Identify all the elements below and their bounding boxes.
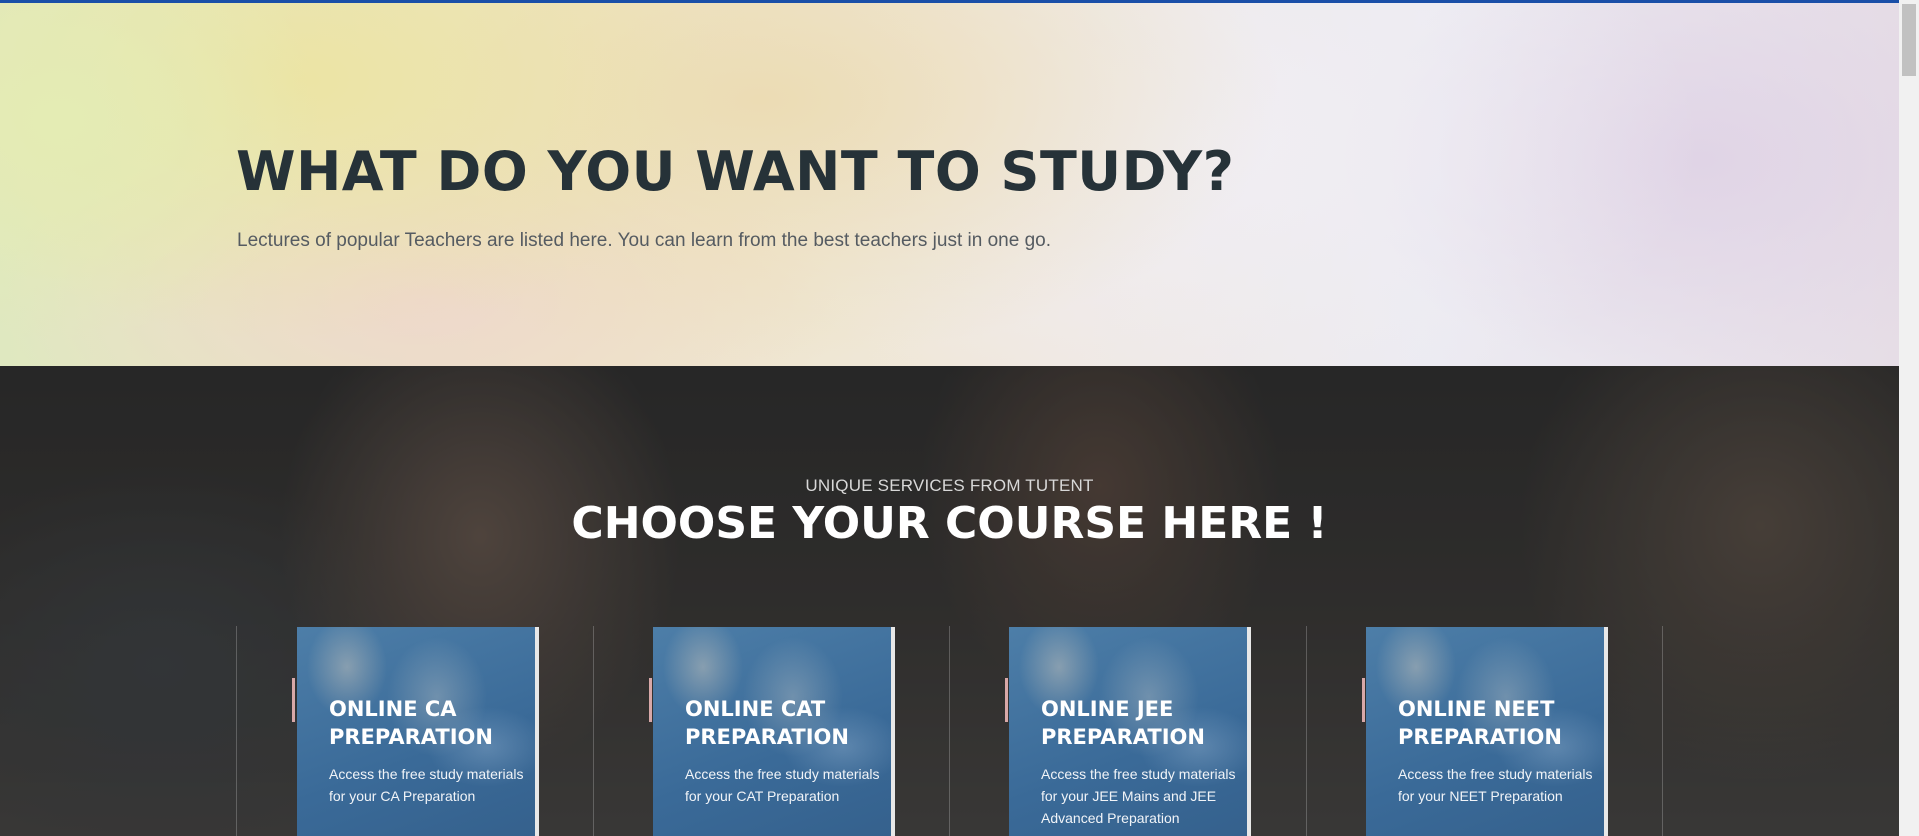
course-card-title: ONLINE NEET PREPARATION [1398,697,1562,749]
course-card-title: ONLINE JEE PREPARATION [1041,697,1205,749]
courses-section: UNIQUE SERVICES FROM TUTENT CHOOSE YOUR … [0,366,1899,836]
page: WHAT DO YOU WANT TO STUDY? Lectures of p… [0,0,1919,836]
vertical-scrollbar[interactable] [1899,0,1919,836]
card-accent-bar [1362,678,1365,722]
course-card-description: Access the free study materials for your… [685,766,880,804]
course-card-neet[interactable]: ONLINE NEET PREPARATION Access the free … [1366,627,1608,836]
course-card-title: ONLINE CAT PREPARATION [685,697,849,749]
course-card-title: ONLINE CA PREPARATION [329,697,493,749]
hero-title: WHAT DO YOU WANT TO STUDY? [236,140,1235,203]
column-divider [949,626,950,836]
hero-section: WHAT DO YOU WANT TO STUDY? Lectures of p… [0,0,1899,366]
course-card-description: Access the free study materials for your… [1041,766,1236,826]
card-accent-bar [1005,678,1008,722]
column-divider [1306,626,1307,836]
card-accent-bar [292,678,295,722]
course-card-jee[interactable]: ONLINE JEE PREPARATION Access the free s… [1009,627,1251,836]
course-card-cat[interactable]: ONLINE CAT PREPARATION Access the free s… [653,627,895,836]
top-accent-line [0,0,1899,3]
card-accent-bar [649,678,652,722]
scrollbar-thumb[interactable] [1902,4,1916,76]
column-divider [593,626,594,836]
section-title: CHOOSE YOUR COURSE HERE ! [571,498,1328,549]
column-divider [236,626,237,836]
column-divider [1662,626,1663,836]
hero-subtitle: Lectures of popular Teachers are listed … [237,230,1051,251]
course-card-description: Access the free study materials for your… [1398,766,1593,804]
course-card-ca[interactable]: ONLINE CA PREPARATION Access the free st… [297,627,539,836]
section-kicker: UNIQUE SERVICES FROM TUTENT [805,476,1094,495]
course-card-description: Access the free study materials for your… [329,766,524,804]
